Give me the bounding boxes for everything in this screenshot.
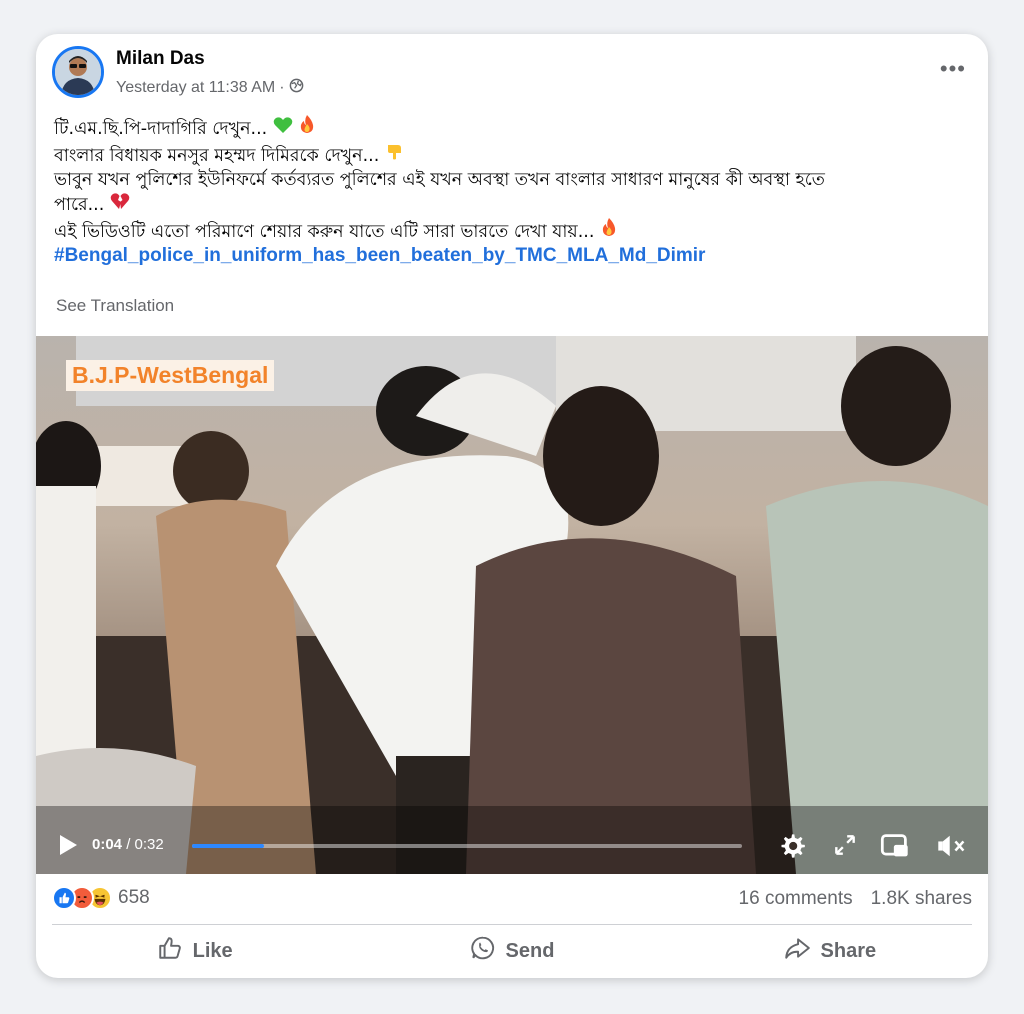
picture-in-picture-icon[interactable] [880,832,910,865]
reaction-count: 658 [118,887,150,908]
share-label: Share [820,939,877,962]
avatar[interactable] [52,46,104,98]
video-frame [36,336,988,874]
post-text-line: ভাবুন যখন পুলিশের ইউনিফর্মে কর্তব্যরত পু… [54,170,825,190]
action-bar: Like Send Share [36,932,988,970]
engagement-stats: 16 comments 1.8K shares [739,888,972,910]
duration: / 0:32 [126,836,164,853]
settings-gear-icon[interactable] [778,832,806,865]
progress-fill [192,844,264,848]
post-meta: Yesterday at 11:38 AM · [116,78,304,98]
divider [52,924,972,925]
video-watermark: B.J.P-WestBengal [66,360,275,391]
whatsapp-icon [470,935,496,967]
comments-count[interactable]: 16 comments [739,888,853,910]
post-text: টি.এম.ছি.পি-দাদাগিরি দেখুন... বাংলার বিধ… [54,114,964,268]
fullscreen-icon[interactable] [832,832,858,863]
share-arrow-icon [783,935,811,967]
progress-bar[interactable] [192,844,742,848]
shares-count[interactable]: 1.8K shares [871,888,972,910]
mute-icon[interactable] [936,832,968,865]
see-translation-link[interactable]: See Translation [56,296,174,316]
send-label: Send [505,939,555,962]
like-icon [52,886,76,910]
current-time: 0:04 [92,836,123,853]
post-text-line: টি.এম.ছি.পি-দাদাগিরি দেখুন... [54,114,964,141]
fire-icon [600,218,618,242]
hashtag-line: #Bengal_police_in_uniform_has_been_beate… [54,244,964,268]
video-time: 0:04 / 0:32 [92,836,164,853]
reactions-summary[interactable]: 658 [52,886,150,910]
hashtag-link[interactable]: #Bengal_police_in_uniform_has_been_beate… [54,245,705,266]
like-label: Like [192,939,233,962]
post-text-line: এই ভিডিওটি এতো পরিমাণে শেয়ার করুন যাতে … [54,217,964,244]
play-icon[interactable] [58,834,78,861]
pointing-down-icon [385,145,405,166]
post-text-line: বাংলার বিধায়ক মনসুর মহম্মদ দিমিরকে দেখু… [54,141,964,168]
send-button[interactable]: Send [353,932,670,970]
video-player[interactable]: B.J.P-WestBengal 0:04 / 0:32 [36,336,988,874]
post-card: Milan Das Yesterday at 11:38 AM · ••• টি… [36,34,988,978]
broken-heart-icon [110,193,130,215]
more-options-button[interactable]: ••• [940,56,966,82]
video-controls: 0:04 / 0:32 [36,812,988,874]
fire-icon [298,115,316,139]
post-text-line: পারে... [54,192,964,217]
share-button[interactable]: Share [671,932,988,970]
like-button[interactable]: Like [36,932,353,970]
author-name[interactable]: Milan Das [116,48,205,70]
globe-icon [289,78,304,98]
green-heart-icon [273,117,293,139]
meta-separator: · [279,79,285,96]
timestamp[interactable]: Yesterday at 11:38 AM [116,79,275,97]
thumbs-up-icon [157,935,183,967]
